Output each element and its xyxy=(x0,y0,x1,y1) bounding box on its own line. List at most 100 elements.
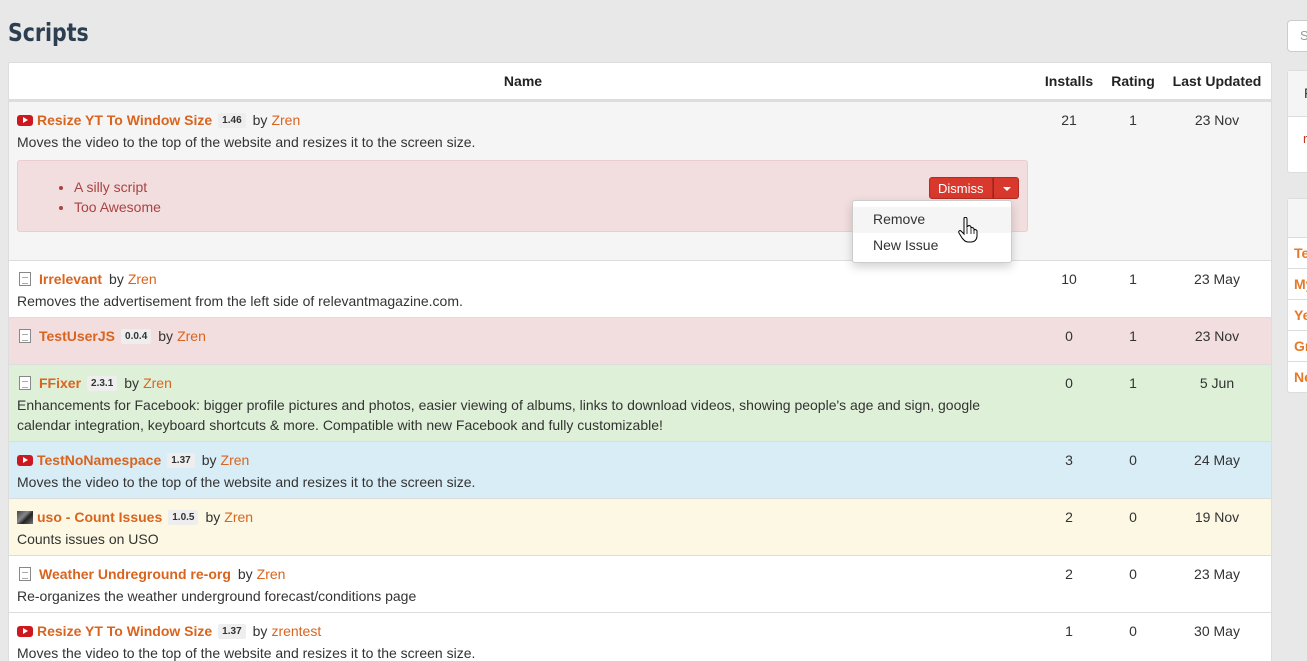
table-row: uso - Count Issues 1.0.5 by Zren Counts … xyxy=(9,498,1271,555)
file-icon xyxy=(19,329,31,343)
by-label: by xyxy=(201,452,217,468)
installs-count: 0 xyxy=(1065,328,1073,344)
installs-count: 2 xyxy=(1065,566,1073,582)
rating-value: 1 xyxy=(1129,271,1137,287)
column-header-installs[interactable]: Installs xyxy=(1039,73,1099,89)
by-label: by xyxy=(124,375,140,391)
script-name-link[interactable]: Resize YT To Window Size xyxy=(37,623,212,639)
last-updated: 23 May xyxy=(1194,566,1240,582)
last-updated: 5 Jun xyxy=(1199,375,1235,391)
author-link[interactable]: Zren xyxy=(143,375,172,391)
by-label: by xyxy=(109,271,124,287)
version-badge: 1.37 xyxy=(218,623,246,639)
file-icon xyxy=(19,376,31,390)
author-link[interactable]: Zren xyxy=(257,566,286,582)
side-list-item[interactable]: Te xyxy=(1288,237,1307,268)
table-row: TestUserJS 0.0.4 by Zren 0 1 23 Nov xyxy=(9,317,1271,364)
last-updated: 30 May xyxy=(1194,623,1240,639)
youtube-icon xyxy=(17,625,33,637)
by-label: by xyxy=(252,112,268,128)
issue-item: Too Awesome xyxy=(74,197,161,217)
by-label: by xyxy=(205,509,221,525)
table-row: Weather Undreground re-org by Zren Re-or… xyxy=(9,555,1271,612)
installs-count: 21 xyxy=(1061,112,1077,128)
table-row: FFixer 2.3.1 by Zren Enhancements for Fa… xyxy=(9,364,1271,441)
side-list-header xyxy=(1288,199,1307,237)
dismiss-button-group: Dismiss xyxy=(929,177,1019,199)
column-header-rating[interactable]: Rating xyxy=(1105,73,1161,89)
installs-count: 1 xyxy=(1065,623,1073,639)
rating-value: 0 xyxy=(1129,623,1137,639)
side-panel-header: F xyxy=(1288,71,1307,117)
by-label: by xyxy=(252,623,268,639)
author-link[interactable]: zrentest xyxy=(271,623,321,639)
menu-item-new-issue[interactable]: New Issue xyxy=(853,233,1011,259)
rating-value: 0 xyxy=(1129,452,1137,468)
rating-value: 1 xyxy=(1129,328,1137,344)
installs-count: 2 xyxy=(1065,509,1073,525)
script-name-link[interactable]: Irrelevant xyxy=(39,271,102,287)
menu-item-remove[interactable]: Remove xyxy=(853,207,1011,233)
version-badge: 1.37 xyxy=(167,452,195,468)
version-badge: 1.0.5 xyxy=(168,509,199,525)
side-list-item[interactable]: My xyxy=(1288,268,1307,299)
column-header-name[interactable]: Name xyxy=(9,73,1037,89)
last-updated: 24 May xyxy=(1194,452,1240,468)
script-description: Counts issues on USO xyxy=(17,531,159,547)
last-updated: 23 Nov xyxy=(1194,112,1240,128)
side-list-item[interactable]: Ne xyxy=(1288,361,1307,392)
table-row: TestNoNamespace 1.37 by Zren Moves the v… xyxy=(9,441,1271,498)
table-header: Name Installs Rating Last Updated xyxy=(9,63,1271,101)
dismiss-button[interactable]: Dismiss xyxy=(929,177,993,199)
last-updated: 19 Nov xyxy=(1194,509,1240,525)
rating-value: 1 xyxy=(1129,375,1137,391)
author-link[interactable]: Zren xyxy=(271,112,300,128)
author-link[interactable]: Zren xyxy=(221,452,250,468)
youtube-icon xyxy=(17,114,33,126)
file-icon xyxy=(19,567,31,581)
script-name-link[interactable]: TestUserJS xyxy=(39,328,115,344)
side-list-item[interactable]: Gr xyxy=(1288,330,1307,361)
side-panel: F r xyxy=(1287,70,1307,173)
author-link[interactable]: Zren xyxy=(224,509,253,525)
issue-item: A silly script xyxy=(74,177,161,197)
side-list-item[interactable]: Ye xyxy=(1288,299,1307,330)
version-badge: 1.46 xyxy=(218,112,246,128)
youtube-icon xyxy=(17,454,33,466)
installs-count: 3 xyxy=(1065,452,1073,468)
script-name-link[interactable]: TestNoNamespace xyxy=(37,452,161,468)
rating-value: 0 xyxy=(1129,566,1137,582)
author-link[interactable]: Zren xyxy=(177,328,206,344)
hand-cursor-icon xyxy=(958,217,978,243)
script-description: Moves the video to the top of the websit… xyxy=(17,134,476,150)
column-header-last-updated[interactable]: Last Updated xyxy=(1167,73,1267,89)
script-name-link[interactable]: Resize YT To Window Size xyxy=(37,112,212,128)
script-description: Removes the advertisement from the left … xyxy=(17,293,463,309)
file-icon xyxy=(19,272,31,286)
script-description: Moves the video to the top of the websit… xyxy=(17,645,476,661)
installs-count: 0 xyxy=(1065,375,1073,391)
script-name-link[interactable]: FFixer xyxy=(39,375,81,391)
script-description: Re-organizes the weather underground for… xyxy=(17,588,417,604)
scripts-table: Name Installs Rating Last Updated Resize… xyxy=(8,62,1272,661)
side-panel-body[interactable]: r xyxy=(1288,117,1307,172)
version-badge: 2.3.1 xyxy=(87,375,118,391)
search-input[interactable]: S xyxy=(1287,20,1307,52)
by-label: by xyxy=(237,566,253,582)
script-thumbnail-icon xyxy=(17,510,33,524)
script-description: Enhancements for Facebook: bigger profil… xyxy=(17,397,981,433)
script-name-link[interactable]: Weather Undreground re-org xyxy=(39,566,231,582)
table-row: Resize YT To Window Size 1.37 by zrentes… xyxy=(9,612,1271,661)
table-row: Resize YT To Window Size 1.46 by Zren Mo… xyxy=(9,101,1271,260)
by-label: by xyxy=(158,328,174,344)
script-name-link[interactable]: uso - Count Issues xyxy=(37,509,162,525)
table-row: Irrelevant by Zren Removes the advertise… xyxy=(9,260,1271,317)
script-description: Moves the video to the top of the websit… xyxy=(17,474,476,490)
issues-list: A silly script Too Awesome xyxy=(74,177,161,217)
last-updated: 23 May xyxy=(1194,271,1240,287)
author-link[interactable]: Zren xyxy=(128,271,157,287)
last-updated: 23 Nov xyxy=(1194,328,1240,344)
side-list: Te My Ye Gr Ne xyxy=(1287,198,1307,393)
dismiss-dropdown-toggle[interactable] xyxy=(992,177,1019,199)
version-badge: 0.0.4 xyxy=(121,328,152,344)
